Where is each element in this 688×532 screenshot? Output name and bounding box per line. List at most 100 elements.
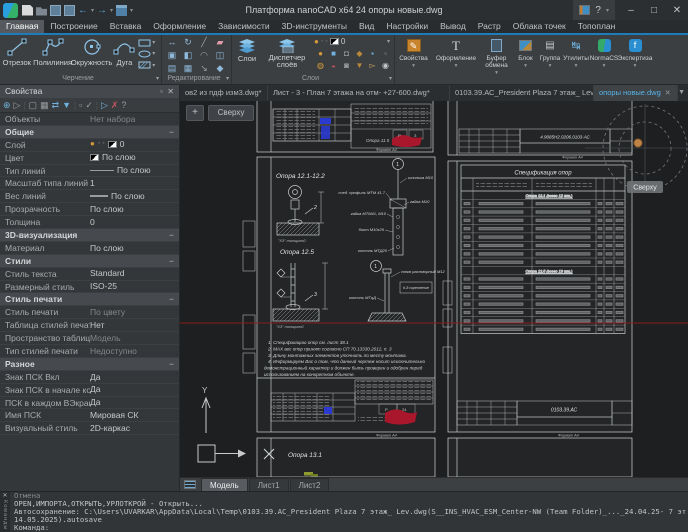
command-close-icon[interactable]: ✕ <box>0 492 10 500</box>
layout-tab-Лист1[interactable]: Лист1 <box>249 478 289 492</box>
erase-button[interactable]: ▰ <box>212 36 228 49</box>
trim-button[interactable]: ╱ <box>196 36 212 49</box>
maximize-button[interactable]: □ <box>647 5 661 16</box>
collapse-section-icon[interactable]: − <box>169 229 179 241</box>
group-group-button[interactable]: ▤ Группа▾ <box>538 35 562 84</box>
property-row[interactable]: ЦветПо слою <box>0 152 179 165</box>
property-value[interactable]: По слою <box>90 203 179 215</box>
property-value[interactable]: Да <box>90 371 179 383</box>
property-section[interactable]: Стиль печати− <box>0 293 179 306</box>
ribbon-tab-3D-инструменты[interactable]: 3D-инструменты <box>276 20 353 33</box>
layer-on-off-button[interactable]: ● <box>314 48 327 60</box>
viewport-view-button[interactable]: Сверху <box>208 105 254 121</box>
property-row[interactable]: МатериалПо слою <box>0 242 179 255</box>
ribbon-tab-Построение[interactable]: Построение <box>44 20 103 33</box>
circle-button[interactable]: Окружность <box>72 35 112 73</box>
layer-manager-button[interactable]: Диспетчер слоёв <box>262 35 312 72</box>
property-row[interactable]: Пространство таблицы с...Модель <box>0 332 179 345</box>
nanocad-logo-icon[interactable] <box>3 3 18 18</box>
document-tab[interactable]: 0103.39.АС_President Plaza 7 этаж_ Lev.d… <box>450 85 594 101</box>
open-file-icon[interactable] <box>36 5 47 16</box>
ribbon-tab-Оформление[interactable]: Оформление <box>147 20 212 33</box>
layer-combo[interactable]: ● ▪ ▪ 0 ▾ <box>312 35 392 48</box>
command-line-panel[interactable]: ✕ Команды ОтменаOPEN,ИМПОРТА,ОТКРЫТЬ,УРЛ… <box>0 491 688 532</box>
property-value[interactable]: Мировая СК <box>90 409 179 421</box>
property-value[interactable]: Standard <box>90 268 179 280</box>
apply-icon[interactable]: ✓ <box>85 98 93 113</box>
new-file-icon[interactable] <box>22 5 33 16</box>
ribbon-tab-Зависимости[interactable]: Зависимости <box>212 20 276 33</box>
qat-dropdown-icon[interactable]: ▾ <box>130 7 133 14</box>
property-value[interactable]: 0 <box>90 216 179 228</box>
layers-group-dropdown-icon[interactable]: ▾ <box>389 74 392 84</box>
print-icon[interactable] <box>116 5 127 16</box>
property-row[interactable]: Таблица стилей печатиНет <box>0 319 179 332</box>
property-value[interactable]: По слою <box>90 242 179 254</box>
select-cursor-icon[interactable]: ▷ <box>14 98 21 113</box>
collapse-section-icon[interactable]: − <box>169 126 179 138</box>
ribbon-tab-Растр[interactable]: Растр <box>472 20 507 33</box>
property-row[interactable]: ПСК в каждом ВЭкранеДа <box>0 397 179 410</box>
group-expertise-button[interactable]: f Экспертиза▾ <box>618 35 652 84</box>
property-value[interactable]: По цвету <box>90 306 179 318</box>
rotate-button[interactable]: ↻ <box>180 36 196 49</box>
document-tab[interactable]: ов2 из пдф изм3.dwg* <box>180 85 268 101</box>
arc-button[interactable]: Дуга <box>112 35 138 73</box>
group-block-button[interactable]: Блок▾ <box>513 35 538 84</box>
hatch-tool-button[interactable]: ▾ <box>138 61 160 69</box>
layer-pin-button[interactable]: ◦ <box>379 48 392 60</box>
fillet-button[interactable]: ◠ <box>196 49 212 62</box>
property-section[interactable]: Общие− <box>0 126 179 139</box>
layer-lock-button[interactable]: ◘ <box>340 48 353 60</box>
clear-selection-icon[interactable]: ✗ <box>111 98 119 113</box>
property-row[interactable]: Имя ПСКМировая СК <box>0 409 179 422</box>
layout-tab-Модель[interactable]: Модель <box>201 478 248 492</box>
property-row[interactable]: Слой●▪ ▪0 <box>0 139 179 152</box>
close-document-icon[interactable]: ✕ <box>665 90 671 97</box>
layer-sun-button[interactable]: ◆ <box>353 48 366 60</box>
pick-icon[interactable]: ▷ <box>101 98 108 113</box>
property-value[interactable]: ISO-25 <box>90 281 179 293</box>
property-row[interactable]: Стиль печатиПо цвету <box>0 306 179 319</box>
minimize-button[interactable]: – <box>624 5 638 16</box>
property-value[interactable]: Нет набора <box>90 113 179 125</box>
mirror-button[interactable]: ◧ <box>180 49 196 62</box>
property-row[interactable]: Знак ПСК в начале коор...Да <box>0 384 179 397</box>
group-properties-button[interactable]: ✎ Свойства▾ <box>395 35 432 84</box>
ribbon-tab-Вид[interactable]: Вид <box>353 20 380 33</box>
property-value[interactable]: Недоступно <box>90 345 179 357</box>
layer-off-button[interactable]: ◒ <box>327 60 340 72</box>
polyline-button[interactable]: Полилиния <box>34 35 72 73</box>
line-button[interactable]: Отрезок <box>0 35 34 73</box>
layer-bucket-button[interactable]: ▼ <box>353 60 366 72</box>
property-section[interactable]: Стили− <box>0 255 179 268</box>
property-row[interactable]: Размерный стильISO-25 <box>0 281 179 294</box>
redo-icon[interactable]: → <box>97 5 107 16</box>
doc-tabs-overflow-icon[interactable]: ▼ <box>678 85 685 101</box>
property-row[interactable]: Знак ПСК ВклДа <box>0 371 179 384</box>
copy-button[interactable]: ▣ <box>164 49 180 62</box>
property-value[interactable]: Да <box>90 397 179 409</box>
layer-lock2-button[interactable]: ◙ <box>340 60 353 72</box>
close-button[interactable]: ✕ <box>670 5 684 16</box>
property-value[interactable]: 1 <box>90 177 179 189</box>
undo-dropdown-icon[interactable]: ▾ <box>91 7 94 14</box>
drawing-group-dropdown-icon[interactable]: ▾ <box>156 74 159 84</box>
save-icon[interactable] <box>50 5 61 16</box>
workspace-icon[interactable] <box>579 5 590 15</box>
property-value[interactable]: Да <box>90 384 179 396</box>
property-value[interactable]: ●▪ ▪0 <box>90 139 179 151</box>
collapse-section-icon[interactable]: − <box>169 358 179 370</box>
offset-button[interactable]: ◫ <box>212 49 228 62</box>
filter-icon[interactable]: ▼ <box>62 98 71 113</box>
property-row[interactable]: Тип стилей печатиНедоступно <box>0 345 179 358</box>
group-normacs-button[interactable]: NormaCS▾ <box>590 35 618 84</box>
property-row[interactable]: Масштаб типа линий1 <box>0 177 179 190</box>
help-circle-icon[interactable]: ? <box>121 98 126 113</box>
layer-vp-button[interactable]: ▪ <box>366 48 379 60</box>
ribbon-tab-Вывод[interactable]: Вывод <box>434 20 472 33</box>
property-section[interactable]: 3D-визуализация− <box>0 229 179 242</box>
property-row[interactable]: Вес линийПо слою <box>0 190 179 203</box>
redo-dropdown-icon[interactable]: ▾ <box>110 7 113 14</box>
property-row[interactable]: Тип линийПо слою <box>0 165 179 178</box>
